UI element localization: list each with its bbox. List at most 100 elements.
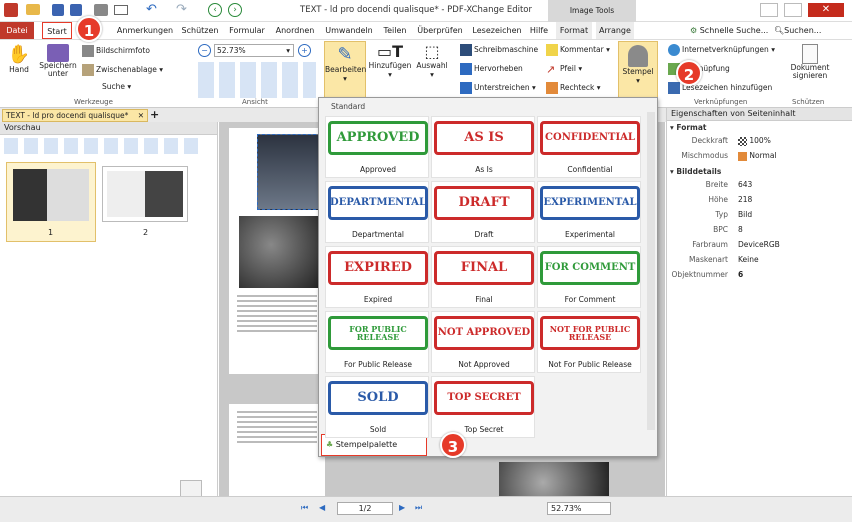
preview-toolbar[interactable] bbox=[4, 138, 204, 154]
stamp-button[interactable]: Stempel ▾ bbox=[618, 41, 658, 98]
property-row[interactable]: Objektnummer 6 bbox=[670, 270, 850, 285]
menu-ueberpruefen[interactable]: Überprüfen bbox=[414, 22, 466, 39]
clipboard-label: Zwischenablage bbox=[96, 65, 157, 74]
property-value: 6 bbox=[738, 270, 744, 279]
property-row[interactable]: Typ Bild bbox=[670, 210, 850, 225]
save-as-button[interactable]: Speichern unter bbox=[38, 44, 78, 79]
blend-icon bbox=[738, 151, 747, 161]
back-icon[interactable]: ‹ bbox=[208, 3, 222, 17]
arrow-button[interactable]: ↗ Pfeil ▾ bbox=[546, 63, 582, 76]
stamp-preview: NOT APPROVED bbox=[434, 316, 534, 350]
stamp-item[interactable]: FOR COMMENT For Comment bbox=[537, 246, 641, 308]
property-row[interactable]: Höhe 218 bbox=[670, 195, 850, 210]
stamp-item[interactable]: NOT FOR PUBLIC RELEASE Not For Public Rel… bbox=[537, 311, 641, 373]
save-icon[interactable] bbox=[52, 4, 64, 16]
zoom-in-icon[interactable]: + bbox=[298, 44, 311, 57]
clipboard-button[interactable]: Zwischenablage ▾ bbox=[82, 64, 163, 76]
stamp-item[interactable]: DEPARTMENTAL Departmental bbox=[325, 181, 429, 243]
stamp-item[interactable]: EXPERIMENTAL Experimental bbox=[537, 181, 641, 243]
document-tab[interactable]: TEXT - ld pro docendi qualisque* ✕ bbox=[2, 109, 148, 122]
mail-icon[interactable] bbox=[114, 5, 128, 15]
rectangle-icon bbox=[546, 82, 558, 94]
forward-icon[interactable]: › bbox=[228, 3, 242, 17]
menu-umwandeln[interactable]: Umwandeln bbox=[322, 22, 376, 39]
close-tab-icon[interactable]: ✕ bbox=[138, 110, 144, 121]
details-section[interactable]: ▾ Bilddetails bbox=[670, 167, 721, 176]
stamp-item[interactable]: NOT APPROVED Not Approved bbox=[431, 311, 535, 373]
property-row[interactable]: Breite 643 bbox=[670, 180, 850, 195]
thumbnail-image-2 bbox=[107, 171, 183, 217]
format-section[interactable]: ▾ Format bbox=[670, 123, 707, 132]
page-field[interactable]: 1/2 bbox=[337, 502, 393, 515]
next-page-icon[interactable]: ▶ bbox=[399, 503, 405, 512]
stamp-item[interactable]: CONFIDENTIAL Confidential bbox=[537, 116, 641, 178]
typewriter-button[interactable]: Schreibmaschine bbox=[460, 44, 538, 56]
quick-search-field[interactable]: ⚙ Schnelle Suche... bbox=[690, 22, 768, 39]
stamp-item[interactable]: DRAFT Draft bbox=[431, 181, 535, 243]
property-row[interactable]: BPC 8 bbox=[670, 225, 850, 240]
print-icon[interactable] bbox=[94, 4, 108, 16]
stamp-item[interactable]: APPROVED Approved bbox=[325, 116, 429, 178]
internet-links-button[interactable]: Internetverknüpfungen ▾ bbox=[668, 44, 775, 56]
property-row[interactable]: Farbraum DeviceRGB bbox=[670, 240, 850, 255]
add-label: Hinzufügen bbox=[368, 61, 412, 70]
globe-icon bbox=[668, 44, 680, 56]
edit-label: Bearbeiten bbox=[325, 65, 367, 74]
view-tools-icons[interactable] bbox=[198, 62, 316, 98]
edit-button[interactable]: ✎ Bearbeiten ▾ bbox=[324, 41, 366, 98]
property-row[interactable]: Maskenart Keine bbox=[670, 255, 850, 270]
stamp-item[interactable]: EXPIRED Expired bbox=[325, 246, 429, 308]
menu-schuetzen[interactable]: Schützen bbox=[178, 22, 222, 39]
status-zoom-field[interactable]: 52.73% bbox=[547, 502, 611, 515]
menu-teilen[interactable]: Teilen bbox=[380, 22, 410, 39]
maximize-button[interactable] bbox=[784, 3, 802, 17]
save-as-icon bbox=[47, 44, 69, 62]
stamp-item[interactable]: SOLD Sold bbox=[325, 376, 429, 438]
undo-icon[interactable]: ↶ bbox=[146, 2, 157, 17]
search-icon: 🔍︎ bbox=[774, 26, 785, 35]
rectangle-button[interactable]: Rechteck ▾ bbox=[546, 82, 601, 94]
underline-button[interactable]: Unterstreichen ▾ bbox=[460, 82, 536, 94]
selected-image[interactable] bbox=[257, 134, 321, 210]
prev-page-icon[interactable]: ◀ bbox=[319, 503, 325, 512]
property-blend[interactable]: Mischmodus Normal bbox=[670, 151, 850, 166]
add-button[interactable]: ▭T Hinzufügen ▾ bbox=[368, 42, 412, 79]
sign-document-button[interactable]: Dokument signieren bbox=[786, 44, 834, 81]
property-value: DeviceRGB bbox=[738, 240, 780, 249]
property-opacity[interactable]: Deckkraft 100% bbox=[670, 136, 850, 151]
menu-bar: Datei Start Anmerkungen Schützen Formula… bbox=[0, 22, 852, 39]
stamp-item[interactable]: AS IS As Is bbox=[431, 116, 535, 178]
stamp-scrollbar[interactable] bbox=[647, 112, 655, 430]
menu-hilfe[interactable]: Hilfe bbox=[528, 22, 550, 39]
open-folder-icon[interactable] bbox=[26, 4, 40, 15]
menu-arrange[interactable]: Arrange bbox=[596, 22, 634, 39]
menu-anmerkungen[interactable]: Anmerkungen bbox=[114, 22, 176, 39]
redo-icon[interactable]: ↷ bbox=[176, 2, 187, 17]
stamp-label: For Comment bbox=[564, 295, 616, 304]
menu-formular[interactable]: Formular bbox=[226, 22, 268, 39]
new-tab-icon[interactable]: + bbox=[150, 108, 159, 121]
menu-anordnen[interactable]: Anordnen bbox=[272, 22, 318, 39]
first-page-icon[interactable]: ⏮ bbox=[301, 503, 308, 513]
last-page-icon[interactable]: ⏭ bbox=[415, 503, 422, 513]
close-button[interactable]: ✕ bbox=[808, 3, 844, 17]
minimize-button[interactable] bbox=[760, 3, 778, 17]
menu-lesezeichen[interactable]: Lesezeichen bbox=[470, 22, 524, 39]
menu-format[interactable]: Format bbox=[556, 22, 592, 39]
stamp-item[interactable]: FOR PUBLIC RELEASE For Public Release bbox=[325, 311, 429, 373]
comment-button[interactable]: Kommentar ▾ bbox=[546, 44, 610, 56]
save-all-icon[interactable] bbox=[70, 4, 82, 16]
screenshot-button[interactable]: Bildschirmfoto bbox=[82, 45, 150, 57]
page-thumbnail-2[interactable] bbox=[102, 166, 188, 222]
hand-tool-button[interactable]: ✋ Hand bbox=[6, 44, 32, 74]
menu-start[interactable]: Start bbox=[42, 22, 72, 39]
search-button[interactable]: Suche ▾ bbox=[102, 82, 131, 91]
select-button[interactable]: ⬚ Auswahl ▾ bbox=[414, 42, 450, 79]
zoom-field[interactable]: 52.73% ▾ bbox=[214, 44, 294, 57]
search-field[interactable]: 🔍︎Suchen... bbox=[774, 22, 821, 39]
zoom-out-icon[interactable]: − bbox=[198, 44, 211, 57]
highlight-button[interactable]: Hervorheben bbox=[460, 63, 523, 75]
stamp-item[interactable]: TOP SECRET Top Secret bbox=[431, 376, 535, 438]
stamp-item[interactable]: FINAL Final bbox=[431, 246, 535, 308]
menu-datei[interactable]: Datei bbox=[0, 22, 34, 39]
